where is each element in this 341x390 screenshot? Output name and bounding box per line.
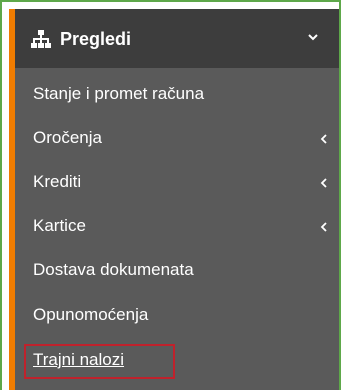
menu-item-opunomocenja[interactable]: Opunomoćenja — [33, 304, 148, 326]
highlight-annotation-box — [24, 344, 175, 379]
sitemap-icon — [31, 30, 51, 48]
chevron-left-icon — [320, 178, 327, 188]
chevron-down-icon — [308, 34, 318, 41]
menu-item-stanje-i-promet-racuna[interactable]: Stanje i promet računa — [33, 83, 204, 105]
active-accent-bar — [9, 9, 15, 390]
menu-item-dostava-dokumenata[interactable]: Dostava dokumenata — [33, 259, 194, 281]
menu-item-kartice[interactable]: Kartice — [33, 215, 86, 237]
menu-header-label: Pregledi — [60, 29, 132, 49]
chevron-left-icon — [320, 222, 327, 232]
menu-item-orocenja[interactable]: Oročenja — [33, 127, 102, 149]
chevron-left-icon — [320, 134, 327, 144]
menu-item-krediti[interactable]: Krediti — [33, 171, 81, 193]
